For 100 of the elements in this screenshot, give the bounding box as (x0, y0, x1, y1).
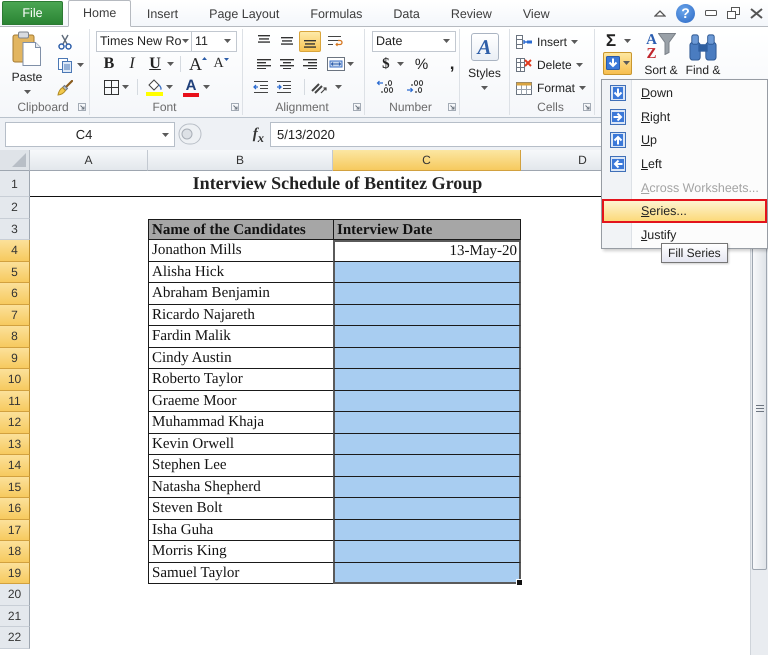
paste-button[interactable]: Paste (5, 30, 49, 94)
caret-icon[interactable] (576, 62, 583, 66)
caret-icon[interactable] (571, 40, 578, 44)
minimize-icon[interactable] (705, 10, 717, 16)
caret-icon[interactable] (203, 85, 210, 89)
dialog-launcher-icon[interactable] (353, 103, 361, 112)
ribbon-tab[interactable]: View (507, 2, 566, 26)
close-icon[interactable] (750, 8, 763, 18)
font-color-button[interactable]: A (182, 78, 200, 96)
copy-icon[interactable] (57, 56, 73, 72)
currency-button[interactable]: $ (378, 54, 394, 74)
comma-style-button[interactable]: , (445, 54, 459, 74)
ribbon-tab[interactable]: Page Layout (194, 2, 295, 26)
file-tab[interactable]: File (2, 1, 63, 25)
caret-icon[interactable] (335, 85, 342, 89)
underline-button[interactable]: U (144, 54, 166, 74)
align-bottom-button[interactable] (299, 30, 321, 52)
caret-icon[interactable] (77, 62, 84, 66)
ribbon-tab[interactable]: Formulas (294, 2, 378, 26)
ribbon-tab[interactable]: Data (378, 2, 436, 26)
dialog-launcher-icon[interactable] (231, 103, 239, 112)
ribbon-tab[interactable]: Insert (131, 2, 194, 26)
row-header[interactable]: 13 (0, 434, 30, 455)
row-header[interactable]: 7 (0, 304, 30, 326)
fill-button[interactable] (603, 52, 632, 74)
caret-up-icon[interactable] (654, 9, 666, 17)
grow-font-button[interactable]: A (187, 54, 209, 74)
menu-item[interactable]: Series... (602, 199, 767, 224)
increase-decimal-icon[interactable] (376, 79, 396, 95)
caret-icon[interactable] (579, 86, 586, 90)
resize-handle-icon[interactable] (178, 123, 202, 145)
row-header[interactable]: 3 (0, 218, 30, 240)
dialog-launcher-icon[interactable] (78, 103, 86, 112)
row-header[interactable]: 12 (0, 412, 30, 434)
restore-icon[interactable] (727, 7, 740, 19)
row-header[interactable]: 22 (0, 627, 30, 648)
row-header[interactable]: 4 (0, 240, 30, 262)
row-header[interactable]: 2 (0, 197, 30, 218)
increase-indent-icon[interactable] (276, 79, 292, 95)
row-header[interactable]: 10 (0, 369, 30, 390)
number-format-field[interactable]: Date (372, 30, 456, 52)
caret-icon[interactable] (122, 85, 129, 89)
dialog-launcher-icon[interactable] (448, 103, 456, 112)
fill-handle[interactable] (516, 579, 523, 586)
row-header[interactable]: 16 (0, 498, 30, 520)
insert-cells-button[interactable]: Insert (515, 30, 594, 53)
column-header[interactable]: B (148, 150, 333, 171)
row-header[interactable]: 9 (0, 348, 30, 369)
row-header[interactable]: 14 (0, 455, 30, 476)
caret-icon[interactable] (396, 62, 404, 66)
row-header[interactable]: 6 (0, 283, 30, 304)
caret-icon[interactable] (623, 61, 630, 65)
row-header[interactable]: 11 (0, 390, 30, 412)
column-header[interactable]: A (30, 150, 148, 171)
font-size-field[interactable]: 11 (191, 30, 237, 52)
caret-icon[interactable] (166, 85, 173, 89)
column-header[interactable]: C (333, 150, 521, 171)
format-cells-button[interactable]: Format (515, 76, 594, 99)
caret-icon[interactable] (24, 90, 30, 94)
caret-icon[interactable] (443, 39, 450, 43)
row-header[interactable]: 19 (0, 562, 30, 584)
row-header[interactable]: 21 (0, 606, 30, 627)
delete-cells-button[interactable]: Delete (515, 53, 594, 76)
paintbrush-icon[interactable] (57, 80, 73, 96)
row-header[interactable]: 1 (0, 171, 30, 197)
caret-icon[interactable] (624, 39, 631, 43)
italic-button[interactable]: I (121, 54, 143, 74)
caret-icon[interactable] (162, 132, 169, 136)
decrease-decimal-icon[interactable] (406, 79, 426, 95)
decrease-indent-icon[interactable] (253, 79, 269, 95)
font-name-field[interactable]: Times New Ro (96, 30, 192, 52)
row-header[interactable]: 17 (0, 520, 30, 541)
bold-button[interactable]: B (98, 54, 120, 74)
row-header[interactable]: 8 (0, 326, 30, 348)
autosum-button[interactable]: Σ (603, 31, 619, 51)
percent-button[interactable]: % (412, 54, 430, 74)
scissors-icon[interactable] (57, 34, 73, 50)
paint-bucket-icon[interactable] (146, 78, 163, 96)
borders-icon[interactable] (104, 80, 119, 94)
shrink-font-button[interactable]: A (210, 54, 232, 74)
menu-item[interactable]: Down (602, 81, 767, 105)
ribbon-tab[interactable]: Home (68, 0, 132, 27)
caret-icon[interactable] (167, 62, 174, 66)
insert-function-button[interactable]: f$_{x}$ (202, 122, 270, 147)
find-button[interactable]: Find & (682, 30, 724, 77)
row-header[interactable]: 20 (0, 584, 30, 606)
name-box[interactable]: C4 (5, 122, 175, 147)
caret-icon[interactable] (224, 39, 231, 43)
row-header[interactable]: 5 (0, 262, 30, 283)
merge-cells-icon[interactable] (327, 56, 345, 72)
row-header[interactable]: 15 (0, 476, 30, 498)
sort-filter-button[interactable]: A Z Sort & (640, 30, 682, 77)
ribbon-tab[interactable]: Review (435, 2, 508, 26)
scrollbar-thumb[interactable] (752, 246, 767, 570)
caret-icon[interactable] (182, 39, 188, 43)
styles-button[interactable]: A Styles (468, 29, 501, 90)
dialog-launcher-icon[interactable] (583, 103, 591, 112)
caret-icon[interactable] (347, 62, 354, 66)
caret-icon[interactable] (481, 86, 488, 90)
row-header[interactable]: 18 (0, 541, 30, 562)
